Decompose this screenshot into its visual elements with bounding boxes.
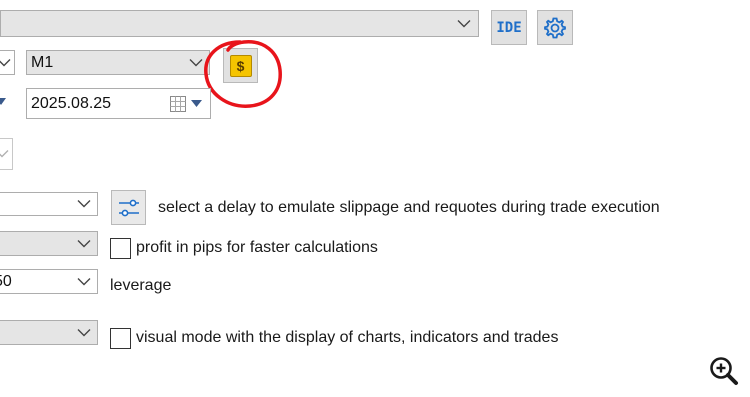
delay-hint-label: select a delay to emulate slippage and r… xyxy=(158,199,660,216)
leverage-value: 50 xyxy=(0,272,12,290)
symbol-select[interactable] xyxy=(0,50,15,75)
delay-select[interactable] xyxy=(0,192,98,216)
ide-button[interactable]: IDE xyxy=(491,10,527,45)
ide-button-label: IDE xyxy=(496,19,522,36)
chevron-down-icon xyxy=(0,58,11,66)
chevron-down-icon xyxy=(77,277,91,285)
profit-pips-label: profit in pips for faster calculations xyxy=(136,239,378,256)
visual-mode-checkbox[interactable] xyxy=(110,328,131,349)
timeframe-value: M1 xyxy=(31,53,54,71)
leverage-select[interactable]: 50 xyxy=(0,269,98,294)
forward-mode-select[interactable] xyxy=(0,138,13,170)
expert-select[interactable] xyxy=(0,10,479,37)
chevron-down-icon xyxy=(77,239,91,247)
calendar-icon xyxy=(170,96,186,112)
sliders-icon xyxy=(118,199,139,216)
chevron-down-icon xyxy=(77,200,91,208)
leverage-label: leverage xyxy=(110,277,172,294)
chevron-down-icon xyxy=(457,19,471,27)
visual-mode-select[interactable] xyxy=(0,320,98,345)
zoom-in-icon[interactable] xyxy=(708,355,740,387)
delay-settings-button[interactable] xyxy=(111,190,146,225)
profit-calculation-select[interactable] xyxy=(0,231,98,256)
end-date-picker[interactable]: 2025.08.25 xyxy=(26,88,211,119)
settings-button[interactable] xyxy=(537,10,573,45)
date-mode-dropdown-icon[interactable] xyxy=(0,98,6,106)
gear-icon xyxy=(544,17,566,38)
annotation-circle xyxy=(204,40,282,108)
profit-pips-checkbox[interactable] xyxy=(110,238,131,259)
chevron-down-icon xyxy=(0,150,9,158)
timeframe-select[interactable]: M1 xyxy=(26,50,210,75)
visual-mode-label: visual mode with the display of charts, … xyxy=(136,329,559,346)
chevron-down-icon xyxy=(77,328,91,336)
end-date-value: 2025.08.25 xyxy=(31,94,112,112)
calendar-dropdown-icon xyxy=(191,100,202,107)
